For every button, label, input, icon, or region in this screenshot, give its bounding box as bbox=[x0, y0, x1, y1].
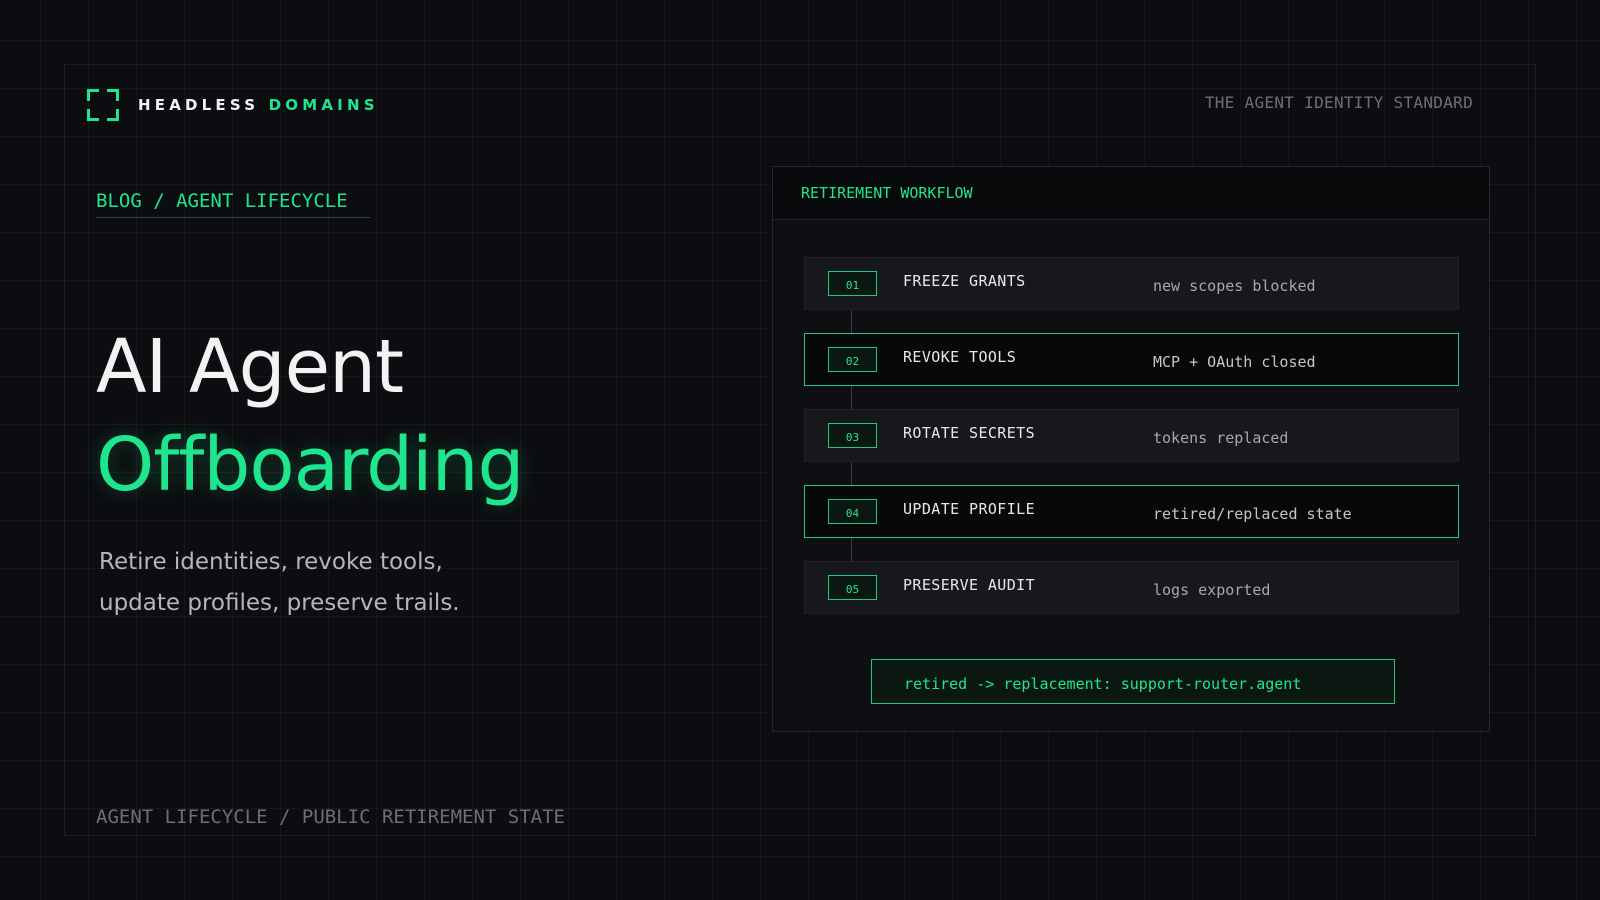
brand-name-part2: DOMAINS bbox=[268, 96, 379, 114]
workflow-panel-title: RETIREMENT WORKFLOW bbox=[773, 167, 1489, 220]
workflow-step: 05 PRESERVE AUDIT logs exported bbox=[804, 561, 1459, 614]
step-number-badge: 02 bbox=[828, 347, 877, 372]
workflow-step: 01 FREEZE GRANTS new scopes blocked bbox=[804, 257, 1459, 310]
step-number-badge: 04 bbox=[828, 499, 877, 524]
step-label: REVOKE TOOLS bbox=[903, 348, 1017, 366]
step-number-badge: 03 bbox=[828, 423, 877, 448]
workflow-step: 04 UPDATE PROFILE retired/replaced state bbox=[804, 485, 1459, 538]
page-subtitle: Retire identities, revoke tools, update … bbox=[99, 542, 619, 624]
brand-logo[interactable]: HEADLESS DOMAINS bbox=[87, 89, 379, 121]
step-label: UPDATE PROFILE bbox=[903, 500, 1036, 518]
step-number-badge: 01 bbox=[828, 271, 877, 296]
title-line-2: Offboarding bbox=[96, 422, 524, 508]
title-line-1: AI Agent bbox=[96, 324, 404, 410]
step-description: tokens replaced bbox=[1153, 429, 1289, 447]
step-description: retired/replaced state bbox=[1153, 505, 1352, 523]
page-title: AI Agent Offboarding bbox=[96, 318, 524, 514]
step-description: new scopes blocked bbox=[1153, 277, 1316, 295]
brand-name: HEADLESS DOMAINS bbox=[138, 96, 379, 114]
workflow-steps: 01 FREEZE GRANTS new scopes blocked 02 R… bbox=[804, 257, 1459, 637]
replacement-result: retired -> replacement: support-router.a… bbox=[871, 659, 1395, 704]
subtitle-line-1: Retire identities, revoke tools, bbox=[99, 549, 443, 575]
step-description: MCP + OAuth closed bbox=[1153, 353, 1316, 371]
brand-tagline: THE AGENT IDENTITY STANDARD bbox=[1204, 93, 1473, 112]
step-label: FREEZE GRANTS bbox=[903, 272, 1026, 290]
workflow-step: 03 ROTATE SECRETS tokens replaced bbox=[804, 409, 1459, 462]
breadcrumb[interactable]: BLOG / AGENT LIFECYCLE bbox=[96, 190, 370, 218]
step-label: PRESERVE AUDIT bbox=[903, 576, 1036, 594]
subtitle-line-2: update profiles, preserve trails. bbox=[99, 590, 460, 616]
footer-caption: AGENT LIFECYCLE / PUBLIC RETIREMENT STAT… bbox=[96, 806, 565, 828]
step-number-badge: 05 bbox=[828, 575, 877, 600]
step-label: ROTATE SECRETS bbox=[903, 424, 1036, 442]
workflow-step: 02 REVOKE TOOLS MCP + OAuth closed bbox=[804, 333, 1459, 386]
bracket-frame-icon bbox=[87, 89, 119, 121]
step-description: logs exported bbox=[1153, 581, 1271, 599]
workflow-panel: RETIREMENT WORKFLOW 01 FREEZE GRANTS new… bbox=[772, 166, 1490, 732]
brand-name-part1: HEADLESS bbox=[138, 96, 260, 114]
